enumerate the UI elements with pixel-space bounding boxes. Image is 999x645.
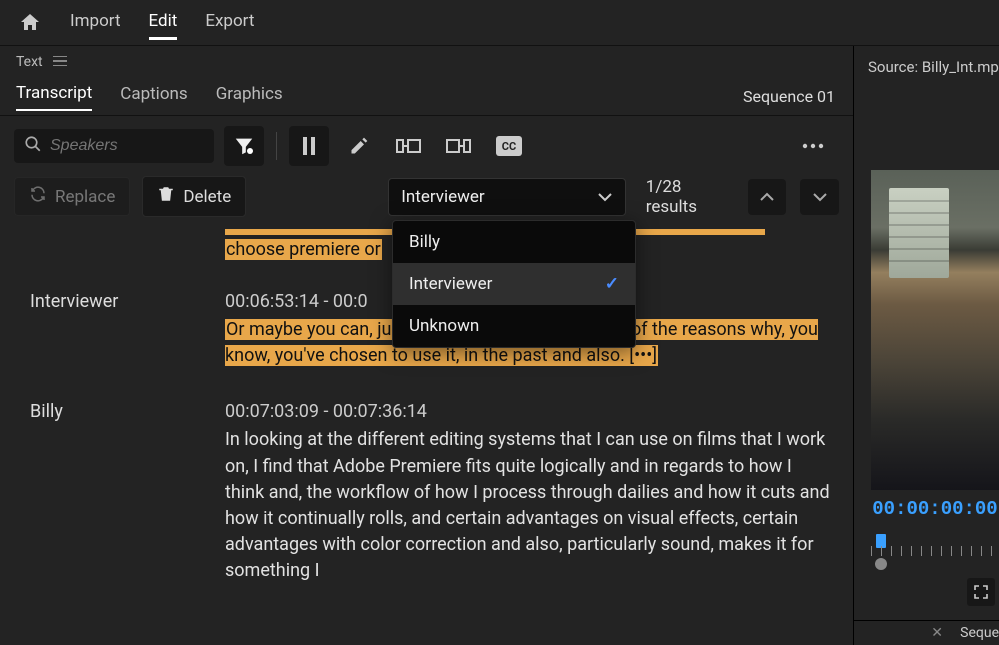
top-bar: Import Edit Export [0, 0, 999, 46]
tab-transcript[interactable]: Transcript [16, 83, 92, 111]
home-icon[interactable] [18, 11, 42, 35]
speaker-option-interviewer[interactable]: Interviewer ✓ [393, 263, 635, 305]
results-nav: 1/28 results [646, 177, 839, 217]
speaker-name[interactable]: Billy [30, 399, 195, 584]
nav-edit[interactable]: Edit [149, 5, 178, 40]
speaker-option-unknown[interactable]: Unknown [393, 305, 635, 347]
zoom-knob[interactable] [875, 558, 887, 570]
segment-timestamp: 00:07:03:09 - 00:07:36:14 [225, 399, 831, 425]
search-icon [24, 135, 42, 157]
nav-export[interactable]: Export [205, 5, 254, 40]
speaker-option-billy[interactable]: Billy [393, 221, 635, 263]
segment-text: In looking at the different editing syst… [225, 429, 830, 580]
source-label: Source: Billy_Int.mp [854, 46, 999, 76]
text-panel: Text Transcript Captions Graphics Sequen… [0, 46, 854, 645]
cc-button[interactable]: CC [489, 126, 529, 166]
ruler-ticks [871, 546, 999, 556]
replace-button: Replace [14, 177, 130, 216]
toolbar-divider [276, 132, 277, 160]
panel-title-row: Text [0, 46, 853, 78]
tab-captions[interactable]: Captions [120, 84, 187, 110]
speaker-select-value: Interviewer [401, 187, 484, 207]
speaker-dropdown: Billy Interviewer ✓ Unknown [392, 220, 636, 348]
panel-title: Text [16, 54, 43, 70]
nav-import[interactable]: Import [70, 5, 121, 40]
source-panel: Source: Billy_Int.mp 00:00:00:00 ✕ Seque [854, 46, 999, 645]
transcript-segment: Billy 00:07:03:09 - 00:07:36:14 In looki… [30, 399, 831, 584]
toolbar: CC [0, 116, 853, 172]
preview-frame[interactable] [871, 170, 999, 490]
tab-graphics[interactable]: Graphics [216, 84, 283, 110]
option-label: Interviewer [409, 274, 492, 294]
top-nav: Import Edit Export [70, 5, 254, 40]
action-row: Replace Delete Interviewer 1/28 results [0, 172, 853, 227]
chevron-down-icon [597, 187, 613, 207]
more-button[interactable] [793, 126, 833, 166]
close-icon[interactable]: ✕ [931, 625, 943, 641]
search-box[interactable] [14, 129, 214, 163]
subtab-row: Transcript Captions Graphics Sequence 01 [0, 78, 853, 116]
replace-icon [29, 185, 47, 208]
filter-button[interactable] [224, 126, 264, 166]
expand-button[interactable] [967, 578, 995, 606]
trash-icon [157, 184, 175, 209]
prev-result-button[interactable] [748, 179, 787, 215]
time-ruler[interactable] [871, 532, 999, 562]
merge-right-button[interactable] [439, 126, 479, 166]
delete-label: Delete [183, 187, 231, 207]
panel-menu-icon[interactable] [53, 54, 67, 70]
bottom-label[interactable]: Seque [960, 625, 999, 641]
replace-label: Replace [55, 187, 115, 207]
speaker-col [30, 229, 195, 267]
option-label: Billy [409, 232, 440, 252]
sequence-label: Sequence 01 [743, 87, 835, 106]
search-input[interactable] [50, 137, 204, 155]
timecode[interactable]: 00:00:00:00 [871, 498, 999, 520]
results-count: 1/28 results [646, 177, 734, 217]
option-label: Unknown [409, 316, 479, 336]
speaker-name[interactable]: Interviewer [30, 289, 195, 369]
panel-divider [854, 620, 999, 621]
next-result-button[interactable] [800, 179, 839, 215]
merge-left-button[interactable] [389, 126, 429, 166]
segment-text: choose premiere or [225, 239, 382, 260]
delete-button[interactable]: Delete [142, 176, 246, 217]
check-icon: ✓ [605, 274, 619, 294]
pause-button[interactable] [289, 126, 329, 166]
speaker-select[interactable]: Interviewer [388, 178, 626, 216]
text-col[interactable]: 00:07:03:09 - 00:07:36:14 In looking at … [225, 399, 831, 584]
svg-text:CC: CC [502, 140, 516, 153]
edit-pencil-button[interactable] [339, 126, 379, 166]
